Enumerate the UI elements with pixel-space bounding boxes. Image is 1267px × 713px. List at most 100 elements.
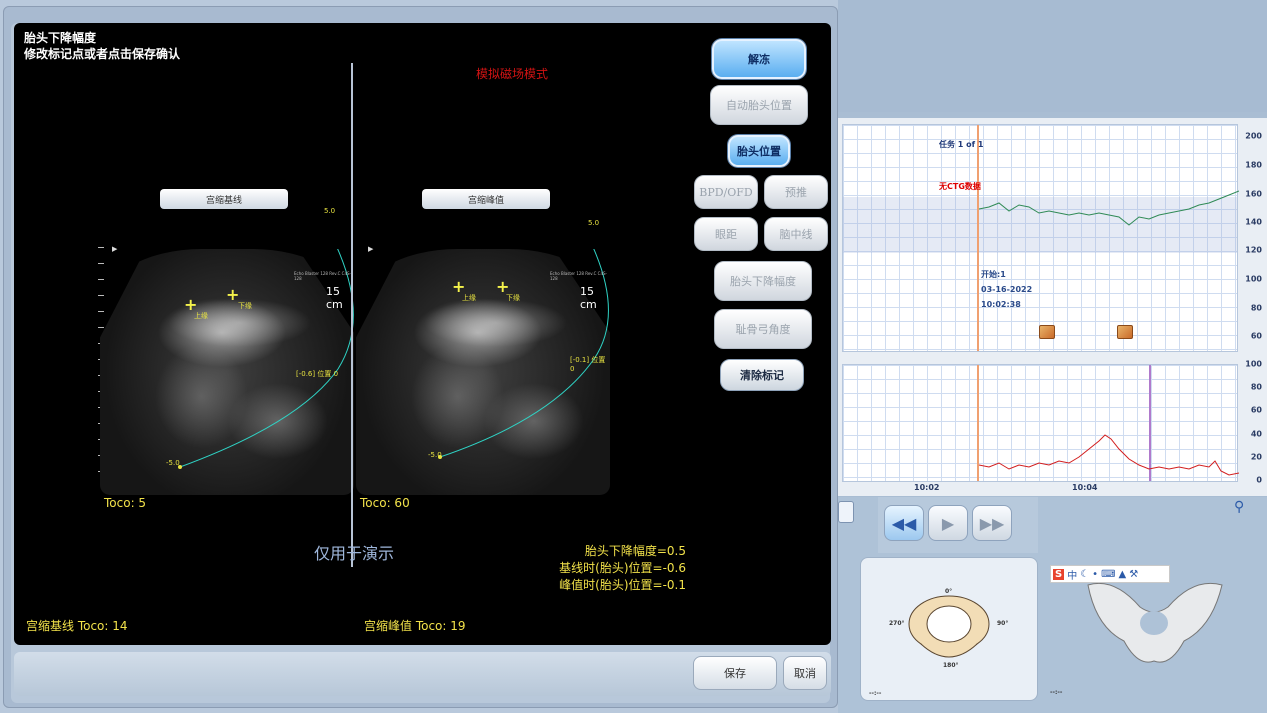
presentation-button[interactable]: 预推	[764, 175, 828, 209]
ultrasound-image-baseline[interactable]: 5.0 -5.0 Echo Blaster 128 Rev.C C4S-128 …	[100, 207, 354, 495]
head-position-button[interactable]: 胎头位置	[728, 135, 790, 167]
peak-toco-summary: 宫缩峰值 Toco: 19	[364, 619, 466, 633]
dialog-title-text: 胎头下降幅度	[24, 31, 97, 45]
ime-toolbar-icon[interactable]: S 中 ☾ • ⌨ ▲ ⚒	[1050, 565, 1170, 583]
descent-result: 胎头下降幅度=0.5	[584, 544, 686, 558]
baseline-toco-summary: 宫缩基线 Toco: 14	[26, 619, 128, 633]
baseline-toco: Toco: 5	[104, 496, 147, 510]
auto-head-position-button[interactable]: 自动胎头位置	[710, 85, 808, 125]
lower-edge-label: 下缘	[506, 294, 520, 302]
fhr-tick: 160	[1245, 189, 1262, 199]
fhr-tick: 180	[1245, 160, 1262, 170]
cancel-button[interactable]: 取消	[783, 656, 827, 690]
depth-label: 15 cm	[580, 285, 597, 311]
pelvis-diagram	[908, 595, 990, 658]
toco-tick: 60	[1250, 405, 1262, 415]
fhr-tick: 200	[1245, 131, 1262, 141]
head-position-label: [-0.6] 位置 0	[296, 370, 339, 378]
toco-tick: 20	[1250, 452, 1262, 462]
peak-image-label: 宫缩峰值	[422, 189, 550, 209]
fhr-tick: 140	[1245, 217, 1262, 227]
pelvis-top-view: 0° 90° 180° 270° --:--	[860, 557, 1038, 701]
image-divider	[351, 63, 353, 567]
zoom-in-icon[interactable]: ⚲	[1234, 499, 1244, 515]
ctg-date: 03-16-2022	[981, 285, 1033, 294]
fhr-chart: 任务 1 of 1 无CTG数据 开始:1 03-16-2022 10:02:3…	[842, 124, 1239, 352]
annotation-book-icon[interactable]	[1039, 325, 1055, 339]
pelvis-3d-footer-time: --:--	[1050, 689, 1063, 696]
midline-button[interactable]: 脑中线	[764, 217, 828, 251]
save-button[interactable]: 保存	[693, 656, 777, 690]
angle-right: 90°	[997, 620, 1009, 627]
fhr-tick: 100	[1245, 274, 1262, 284]
upper-edge-label: 上缘	[194, 312, 208, 320]
keyboard-icon[interactable]: ⌨	[1101, 569, 1115, 580]
bottom-strip: ◀◀ ▶ ▶▶ ⚲ 0° 90° 180° 270° --:-- --:-- S…	[838, 497, 1267, 713]
head-descent-button[interactable]: 胎头下降幅度	[714, 261, 812, 301]
depth-label: 15 cm	[326, 285, 343, 311]
ctg-no-data-label: 无CTG数据	[939, 182, 981, 191]
eye-distance-button[interactable]: 眼距	[694, 217, 758, 251]
head-descent-dialog: 胎头下降幅度 修改标记点或者点击保存确认 模拟磁场模式 宫缩基线 ▶ ▶ 5.0…	[3, 6, 838, 708]
clear-marks-button[interactable]: 清除标记	[720, 359, 804, 391]
bpd-ofd-button[interactable]: BPD/OFD	[694, 175, 758, 209]
dialog-footer: 保存 取消	[14, 652, 831, 696]
fhr-trace	[978, 190, 1239, 226]
arc-bottom-marker: -5.0	[428, 451, 442, 459]
arc-bottom-marker: -5.0	[166, 459, 180, 467]
punctuation-icon[interactable]: •	[1092, 569, 1098, 580]
lower-edge-label: 下缘	[238, 302, 252, 310]
unfreeze-button[interactable]: 解冻	[712, 39, 806, 79]
toco-chart	[842, 364, 1239, 482]
toco-tick: 80	[1250, 382, 1262, 392]
background-header	[838, 0, 1267, 112]
ctg-panel: 任务 1 of 1 无CTG数据 开始:1 03-16-2022 10:02:3…	[838, 118, 1267, 496]
ctg-task-label: 任务 1 of 1	[939, 140, 984, 149]
ctg-start-info: 开始:1 03-16-2022 10:02:38	[981, 267, 1032, 312]
fhr-tick: 80	[1250, 303, 1262, 313]
background-app: 任务 1 of 1 无CTG数据 开始:1 03-16-2022 10:02:3…	[838, 0, 1267, 713]
upper-edge-label: 上缘	[462, 294, 476, 302]
chinese-mode-icon[interactable]: 中	[1067, 567, 1077, 582]
angle-left: 270°	[889, 620, 905, 627]
simulation-mode-label: 模拟磁场模式	[476, 67, 549, 81]
fhr-tick: 120	[1245, 245, 1262, 255]
ultrasound-image-peak[interactable]: 5.0 -5.0 Echo Blaster 128 Rev.C C4S-128 …	[356, 219, 610, 495]
angle-top: 0°	[945, 588, 953, 595]
baseline-position-result: 基线时(胎头)位置=-0.6	[559, 561, 686, 575]
ctg-start-label: 开始:1	[981, 270, 1006, 279]
annotation-book-icon[interactable]	[1117, 325, 1133, 339]
fast-forward-icon[interactable]: ▶▶	[972, 505, 1012, 541]
shirt-icon[interactable]: ▲	[1119, 569, 1127, 580]
demo-watermark: 仅用于演示	[314, 544, 395, 563]
results-panel: 胎头下降幅度=0.5 基线时(胎头)位置=-0.6 峰值时(胎头)位置=-0.1	[546, 543, 686, 594]
ultrasound-viewport: 胎头下降幅度 修改标记点或者点击保存确认 模拟磁场模式 宫缩基线 ▶ ▶ 5.0…	[14, 23, 831, 645]
baseline-image-label: 宫缩基线	[160, 189, 288, 209]
fhr-tick: 60	[1250, 331, 1262, 341]
arc-top-marker: 5.0	[324, 207, 336, 215]
ctg-time: 10:02:38	[981, 300, 1021, 309]
toco-trace	[978, 434, 1239, 476]
dialog-instruction: 修改标记点或者点击保存确认	[24, 47, 181, 61]
playback-controls: ◀◀ ▶ ▶▶	[878, 497, 1038, 553]
play-icon[interactable]: ▶	[928, 505, 968, 541]
moon-icon[interactable]: ☾	[1080, 569, 1089, 580]
toco-tick: 100	[1245, 359, 1262, 369]
angle-bottom: 180°	[943, 662, 959, 669]
pelvis-footer-time: --:--	[869, 690, 882, 697]
peak-toco: Toco: 60	[360, 496, 410, 510]
pubic-angle-button[interactable]: 耻骨弓角度	[714, 309, 812, 349]
side-panel-button[interactable]	[838, 501, 854, 523]
sogou-logo-icon: S	[1053, 568, 1065, 580]
dialog-title: 胎头下降幅度 修改标记点或者点击保存确认	[24, 30, 180, 62]
rewind-icon[interactable]: ◀◀	[884, 505, 924, 541]
time-tick: 10:02	[914, 483, 940, 492]
toco-tick: 0	[1256, 475, 1262, 485]
fhr-y-axis: 200 180 160 140 120 100 80 60	[1240, 124, 1264, 352]
arc-top-marker: 5.0	[588, 219, 600, 227]
head-position-label: [-0.1] 位置 0	[570, 356, 606, 373]
time-tick: 10:04	[1072, 483, 1098, 492]
toco-tick: 40	[1250, 429, 1262, 439]
peak-position-result: 峰值时(胎头)位置=-0.1	[559, 578, 686, 592]
wrench-icon[interactable]: ⚒	[1129, 569, 1138, 580]
